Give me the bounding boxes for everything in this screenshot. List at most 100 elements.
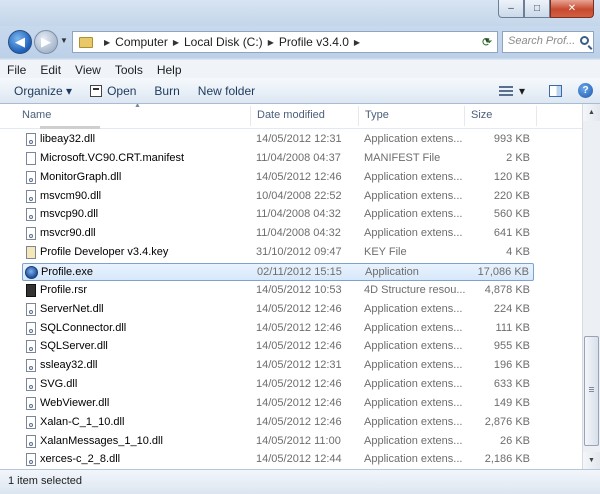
file-type: Application extens... xyxy=(364,434,463,447)
file-type: Application extens... xyxy=(364,189,463,202)
dll-file-icon xyxy=(26,133,36,146)
dll-file-icon xyxy=(26,434,36,448)
view-details-icon[interactable] xyxy=(498,85,513,96)
column-divider[interactable] xyxy=(536,106,537,126)
file-row[interactable]: SQLServer.dll 14/05/2012 12:46 Application… xyxy=(22,338,534,356)
file-row[interactable]: msvcp90.dll 11/04/2008 04:32 Application e… xyxy=(22,206,534,224)
file-type: Application extens... xyxy=(364,208,463,221)
scroll-down-icon[interactable]: ▼ xyxy=(583,452,600,469)
navigation-row: ◀ ▶ ▼ ▶ Computer ▶ Local Disk (C:) ▶ Pro… xyxy=(0,26,600,58)
scrollbar-thumb[interactable] xyxy=(584,336,599,446)
file-row[interactable]: xerces-c_2_8.dll 14/05/2012 12:44 Applicat… xyxy=(22,451,534,469)
file-row[interactable]: Profile Developer v3.4.key 31/10/2012 09:… xyxy=(22,244,534,262)
file-type: Application extens... xyxy=(364,453,463,466)
menu-edit[interactable]: Edit xyxy=(33,63,68,77)
file-row[interactable]: ServerNet.dll 14/05/2012 12:46 Application… xyxy=(22,301,534,319)
file-row[interactable]: msvcr90.dll 11/04/2008 04:32 Application e… xyxy=(22,225,534,243)
chevron-right-icon[interactable]: ▶ xyxy=(268,38,274,47)
file-type: Application extens... xyxy=(364,359,463,372)
view-options-chevron-down-icon[interactable]: ▾ xyxy=(519,84,525,98)
file-size: 26 KB xyxy=(500,434,530,447)
column-divider[interactable] xyxy=(250,106,251,126)
folder-icon xyxy=(79,36,93,48)
file-row[interactable]: Xalan-C_1_10.dll 14/05/2012 12:46 Applicat… xyxy=(22,414,534,432)
file-name: Xalan-C_1_10.dll xyxy=(40,415,125,428)
dll-file-icon xyxy=(26,378,36,392)
file-size: 4,878 KB xyxy=(484,283,530,296)
file-name: WebViewer.dll xyxy=(40,396,110,409)
file-date: 14/05/2012 12:46 xyxy=(256,415,342,428)
grip-icon xyxy=(589,387,594,393)
column-header-name[interactable]: Name xyxy=(22,109,51,121)
status-bar: 1 item selected xyxy=(0,469,600,494)
preview-pane-icon[interactable] xyxy=(549,84,562,97)
file-row[interactable]: Profile.exe 02/11/2012 15:15 Application 17… xyxy=(22,262,534,281)
file-list: ▲ Name Date modified Type Size libeay32.… xyxy=(0,104,582,469)
search-icon[interactable] xyxy=(580,36,589,45)
file-date: 11/04/2008 04:32 xyxy=(256,208,341,221)
open-button[interactable]: Open xyxy=(90,84,136,98)
column-divider[interactable] xyxy=(358,106,359,126)
close-button[interactable]: ✕ xyxy=(550,0,594,18)
file-row[interactable]: Microsoft.VC90.CRT.manifest 11/04/2008 04… xyxy=(22,150,534,168)
scroll-up-icon[interactable]: ▲ xyxy=(583,104,600,121)
file-type: Application extens... xyxy=(364,133,463,145)
menu-file[interactable]: File xyxy=(0,63,33,77)
column-header-date[interactable]: Date modified xyxy=(257,109,325,121)
maximize-button[interactable]: □ xyxy=(524,0,550,18)
file-name: msvcp90.dll xyxy=(40,208,99,221)
file-row[interactable]: SVG.dll 14/05/2012 12:46 Application exten… xyxy=(22,376,534,394)
file-row[interactable]: msvcm90.dll 10/04/2008 22:52 Application e… xyxy=(22,188,534,206)
menu-view[interactable]: View xyxy=(68,63,108,77)
file-type: Application extens... xyxy=(364,227,463,240)
organize-button[interactable]: Organize ▾ xyxy=(14,84,72,98)
new-folder-button[interactable]: New folder xyxy=(198,84,255,98)
menu-help[interactable]: Help xyxy=(150,63,189,77)
breadcrumb-profile-folder[interactable]: Profile v3.4.0 xyxy=(279,35,349,49)
file-row[interactable]: ssleay32.dll 14/05/2012 12:31 Application … xyxy=(22,357,534,375)
column-divider[interactable] xyxy=(464,106,465,126)
back-button[interactable]: ◀ xyxy=(8,30,32,54)
chevron-right-icon[interactable]: ▶ xyxy=(173,38,179,47)
breadcrumb-computer[interactable]: Computer xyxy=(115,35,168,49)
refresh-icon[interactable]: ⟳ xyxy=(476,31,498,53)
search-input[interactable]: Search Prof... xyxy=(502,31,594,53)
file-date: 14/05/2012 10:53 xyxy=(256,283,342,296)
recent-pages-chevron-down-icon[interactable]: ▼ xyxy=(60,36,68,45)
file-row[interactable]: SQLConnector.dll 14/05/2012 12:46 Applicat… xyxy=(22,320,534,338)
dll-file-icon xyxy=(26,302,36,316)
file-row[interactable]: MonitorGraph.dll 14/05/2012 12:46 Applicat… xyxy=(22,169,534,187)
column-header-type[interactable]: Type xyxy=(365,109,389,121)
vertical-scrollbar[interactable]: ▲ ▼ xyxy=(582,104,600,469)
forward-button[interactable]: ▶ xyxy=(34,30,58,54)
file-type: Application extens... xyxy=(364,378,463,391)
file-name: Profile.rsr xyxy=(40,283,88,296)
burn-button[interactable]: Burn xyxy=(154,84,179,98)
file-row[interactable]: Profile.rsr 14/05/2012 10:53 4D Structure … xyxy=(22,282,534,300)
file-size: 955 KB xyxy=(493,340,530,353)
file-date: 14/05/2012 12:46 xyxy=(256,170,342,183)
column-header-size[interactable]: Size xyxy=(471,109,492,121)
menu-tools[interactable]: Tools xyxy=(108,63,150,77)
file-name: ssleay32.dll xyxy=(40,359,98,372)
chevron-right-icon[interactable]: ▶ xyxy=(354,38,360,47)
file-type: MANIFEST File xyxy=(364,151,441,164)
file-size: 224 KB xyxy=(493,302,530,315)
file-name: Profile Developer v3.4.key xyxy=(40,246,169,259)
file-row[interactable]: XalanMessages_1_10.dll 14/05/2012 11:00 Ap… xyxy=(22,433,534,451)
file-name: XalanMessages_1_10.dll xyxy=(40,434,163,447)
file-file-icon xyxy=(26,151,36,165)
file-size: 560 KB xyxy=(493,208,530,221)
file-size: 4 KB xyxy=(506,246,530,259)
breadcrumb-local-disk[interactable]: Local Disk (C:) xyxy=(184,35,263,49)
file-name: msvcr90.dll xyxy=(40,227,96,240)
minimize-button[interactable]: ‒ xyxy=(498,0,524,18)
file-size: 149 KB xyxy=(493,396,530,409)
file-row[interactable]: libeay32.dll 14/05/2012 12:31 Application … xyxy=(22,131,534,149)
file-row[interactable]: WebViewer.dll 14/05/2012 12:46 Application… xyxy=(22,395,534,413)
help-icon[interactable]: ? xyxy=(578,83,593,98)
open-label: Open xyxy=(107,83,137,98)
file-type: Application extens... xyxy=(364,321,463,334)
address-bar[interactable]: ▶ Computer ▶ Local Disk (C:) ▶ Profile v… xyxy=(72,31,498,53)
chevron-right-icon[interactable]: ▶ xyxy=(104,38,110,47)
